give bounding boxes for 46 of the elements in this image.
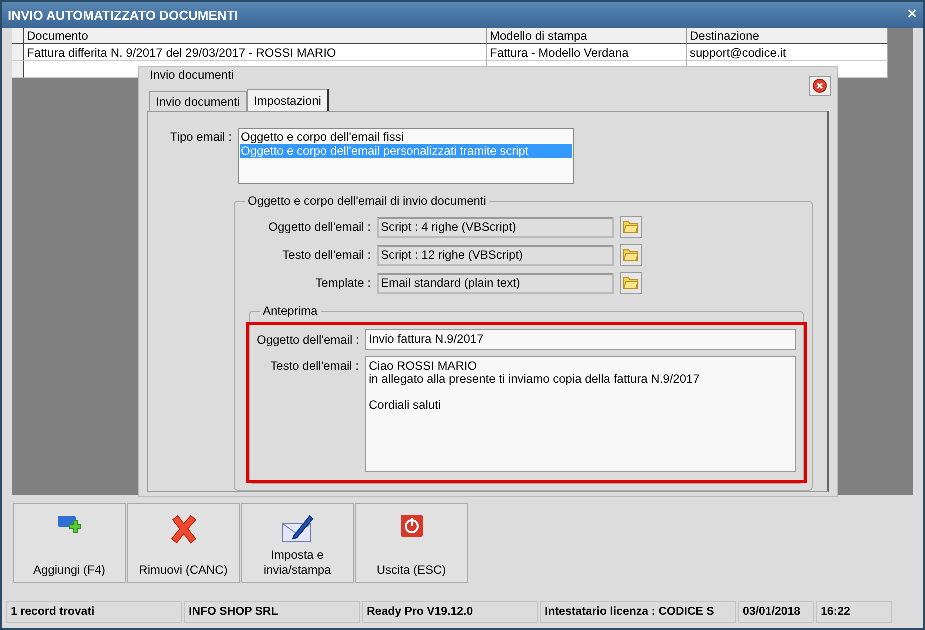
folder-icon bbox=[623, 220, 639, 234]
field-label: Tipo email : bbox=[169, 129, 232, 144]
folder-icon bbox=[623, 276, 639, 290]
toolbar-button[interactable]: Aggiungi (F4) bbox=[13, 503, 126, 583]
group-title: Oggetto e corpo dell'email di invio documenti bbox=[247, 194, 488, 208]
tab[interactable]: Invio documenti bbox=[149, 91, 248, 111]
add-icon bbox=[56, 514, 82, 536]
script-field[interactable]: Script : 12 righe (VBScript) bbox=[377, 244, 614, 266]
group-title: Anteprima bbox=[262, 304, 319, 318]
table-cell: Fattura - Modello Verdana bbox=[487, 44, 687, 61]
status-field: 1 record trovati bbox=[6, 601, 182, 623]
window-title: INVIO AUTOMATIZZATO DOCUMENTI bbox=[8, 8, 238, 22]
status-field: Intestatario licenza : CODICE S bbox=[540, 601, 736, 623]
script-field[interactable]: Email standard (plain text) bbox=[377, 272, 614, 294]
table-cell: Fattura differita N. 9/2017 del 29/03/2017 - ROSSI MARIO bbox=[24, 44, 487, 61]
column-header[interactable]: Documento bbox=[24, 28, 487, 44]
envelope-pen-icon bbox=[282, 514, 314, 544]
list-item[interactable]: Oggetto e corpo dell'email fissi bbox=[240, 130, 572, 144]
row-header[interactable] bbox=[12, 44, 24, 61]
toolbar-button[interactable]: Imposta e invia/stampa bbox=[241, 503, 354, 583]
subject-field[interactable]: Invio fattura N.9/2017 bbox=[365, 329, 796, 350]
status-field: Ready Pro V19.12.0 bbox=[362, 601, 538, 623]
close-button[interactable]: × bbox=[908, 7, 917, 23]
folder-icon bbox=[623, 248, 639, 262]
field-label: Testo dell'email : bbox=[282, 248, 371, 262]
row-header[interactable] bbox=[12, 61, 24, 78]
column-header[interactable]: Destinazione bbox=[687, 28, 888, 44]
status-field: 03/01/2018 bbox=[738, 601, 814, 623]
field-label: Testo dell'email : bbox=[270, 358, 359, 373]
status-field: INFO SHOP SRL bbox=[184, 601, 360, 623]
field-label: Oggetto dell'email : bbox=[268, 220, 371, 234]
power-icon bbox=[400, 514, 424, 538]
tab[interactable]: Impostazioni bbox=[247, 89, 330, 111]
toolbar-button[interactable]: Uscita (ESC) bbox=[355, 503, 468, 583]
toolbar-button[interactable]: Rimuovi (CANC) bbox=[127, 503, 240, 583]
column-header[interactable]: Modello di stampa bbox=[487, 28, 687, 44]
status-field: 16:22 bbox=[816, 601, 892, 623]
row-header bbox=[12, 28, 24, 44]
close-button[interactable] bbox=[809, 76, 831, 96]
field-label: Template : bbox=[314, 276, 371, 290]
close-icon bbox=[813, 79, 827, 93]
field-label: Oggetto dell'email : bbox=[257, 332, 359, 346]
table-cell: support@codice.it bbox=[687, 44, 888, 61]
script-field[interactable]: Script : 4 righe (VBScript) bbox=[377, 216, 614, 238]
email-body-field[interactable]: Ciao ROSSI MARIO in allegato alla presente ti inviamo copia della fattura N.9/2017 Cordiali saluti bbox=[365, 356, 796, 472]
delete-icon bbox=[168, 514, 198, 544]
